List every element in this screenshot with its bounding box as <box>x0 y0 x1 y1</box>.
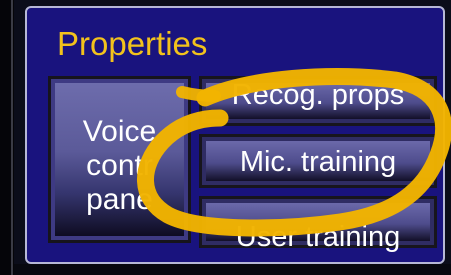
user-training-button[interactable]: User training <box>199 196 437 253</box>
user-training-label: User training <box>235 221 401 253</box>
voice-control-panel-label: Voice contr pane <box>51 115 188 217</box>
mic-training-label: Mic. training <box>239 146 397 178</box>
label-line-3: pane <box>86 183 153 216</box>
window-divider <box>11 0 13 275</box>
panel-title: Properties <box>57 25 208 62</box>
properties-panel: Properties Voice contr pane Recog. props… <box>25 6 445 264</box>
bottom-strip <box>14 264 451 275</box>
voice-control-panel-button[interactable]: Voice contr pane <box>48 76 191 243</box>
mic-training-button[interactable]: Mic. training <box>199 134 437 188</box>
label-line-2: contr <box>86 149 153 182</box>
label-line-1: Voice <box>82 115 157 148</box>
recog-props-button[interactable]: Recog. props <box>199 76 437 126</box>
recog-props-label: Recog. props <box>231 79 405 111</box>
window-left-edge <box>0 0 14 275</box>
